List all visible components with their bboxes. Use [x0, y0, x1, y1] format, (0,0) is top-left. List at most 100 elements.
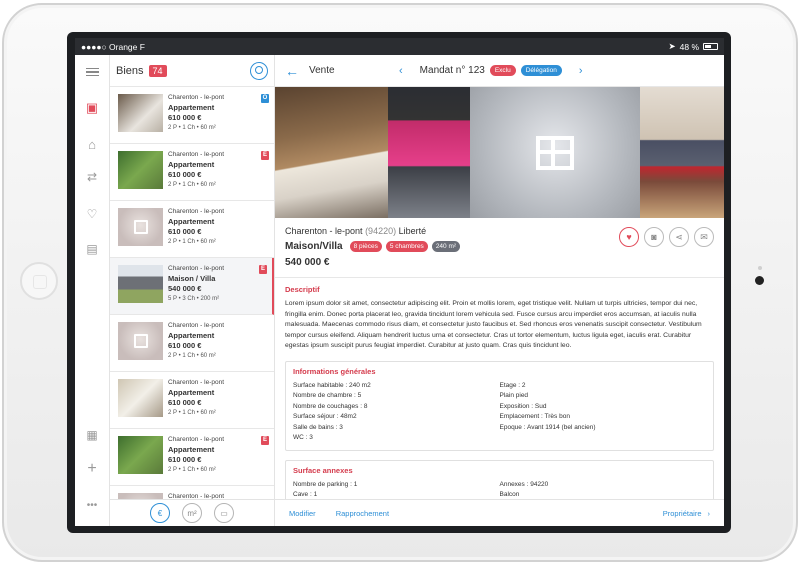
- item-location: Charenton - le-pont: [168, 436, 225, 443]
- list-item-selected[interactable]: Charenton - le-pont Maison / Villa 540 0…: [110, 258, 274, 315]
- item-price: 610 000 €: [168, 113, 202, 122]
- photo-gallery[interactable]: [275, 87, 724, 218]
- next-chevron-icon[interactable]: ›: [579, 65, 583, 77]
- info-item: Exposition : Sud: [499, 402, 547, 410]
- location-city: Charenton - le-pont: [285, 226, 363, 236]
- placeholder-logo-icon: [133, 220, 148, 234]
- chevron-right-icon[interactable]: ›: [708, 509, 711, 518]
- modifier-button[interactable]: Modifier: [289, 509, 316, 518]
- detail-header: ← Vente ‹ Mandat n° 123 Exclu Délégation…: [275, 55, 724, 87]
- item-price: 610 000 €: [168, 341, 202, 350]
- list-item[interactable]: Charenton - le-pont Appartement 610 000 …: [110, 429, 274, 486]
- type-filter-button[interactable]: ▭: [214, 503, 234, 523]
- proprietaire-button[interactable]: Propriétaire: [663, 509, 702, 518]
- item-details: 2 P • 1 Ch • 60 m²: [168, 353, 216, 359]
- annex-title: Surface annexes: [293, 465, 353, 475]
- calendar-icon[interactable]: ▦: [83, 426, 101, 444]
- list-item[interactable]: Charenton - le-pont Appartement 610 000 …: [110, 372, 274, 429]
- house-icon[interactable]: ⌂: [83, 135, 101, 153]
- list-item[interactable]: Charenton - le-pont Appartement 610 000 …: [110, 201, 274, 258]
- carrier-label: ●●●●○ Orange F: [81, 41, 145, 52]
- prev-chevron-icon[interactable]: ‹: [399, 65, 403, 77]
- list-item[interactable]: Charenton - le-pont Appartement 610 000 …: [110, 144, 274, 201]
- exchange-icon[interactable]: ⇄: [83, 168, 101, 186]
- property-thumbnail: [118, 94, 163, 132]
- annex-card: Surface annexes Nombre de parking : 1 Ca…: [285, 459, 714, 499]
- back-label[interactable]: Vente: [309, 65, 335, 76]
- item-tag: E: [259, 265, 267, 274]
- description-title: Descriptif: [285, 285, 320, 294]
- info-item: Etage : 2: [499, 381, 526, 389]
- item-location: Charenton - le-pont: [168, 151, 225, 158]
- nav-rail: ▣ ⌂ ⇄ ♡ ▤ ▦ + •••: [75, 55, 110, 526]
- property-thumbnail: [118, 436, 163, 474]
- favorite-heart-icon[interactable]: ♥: [619, 227, 639, 247]
- photo-bookshelf[interactable]: [388, 87, 470, 218]
- contacts-icon[interactable]: ▤: [83, 240, 101, 258]
- photo-lounge[interactable]: [640, 87, 724, 218]
- list-item[interactable]: Charenton - le-pont Appartement 610 000 …: [110, 315, 274, 372]
- info-item: Surface séjour : 48m2: [293, 413, 357, 420]
- list-title: Biens: [116, 64, 144, 77]
- item-details: 5 P • 3 Ch • 200 m²: [168, 296, 220, 302]
- item-price: 610 000 €: [168, 227, 202, 236]
- item-details: 2 P • 1 Ch • 60 m²: [168, 239, 216, 245]
- action-buttons: ♥ ◙ ⋖ ✉: [619, 227, 714, 247]
- item-price: 610 000 €: [168, 398, 202, 407]
- properties-icon[interactable]: ▣: [83, 99, 101, 117]
- back-arrow-icon[interactable]: ←: [285, 63, 299, 79]
- share-icon[interactable]: ⋖: [669, 227, 689, 247]
- item-location: Charenton - le-pont: [168, 379, 225, 386]
- placeholder-logo-icon: [133, 334, 148, 348]
- camera-icon[interactable]: ◙: [644, 227, 664, 247]
- item-price: 540 000 €: [168, 284, 202, 293]
- bedrooms-pill: 5 chambres: [385, 241, 428, 252]
- placeholder-thumbnail: [118, 322, 163, 360]
- more-icon[interactable]: •••: [83, 496, 101, 514]
- mail-icon[interactable]: ✉: [694, 227, 714, 247]
- item-type: Appartement: [168, 331, 215, 340]
- property-price: 540 000 €: [285, 257, 330, 268]
- general-info-card: Informations générales Surface habitable…: [285, 360, 714, 451]
- app: ▣ ⌂ ⇄ ♡ ▤ ▦ + ••• Biens 74 Charenton - l…: [75, 55, 724, 526]
- info-item: WC : 3: [293, 434, 313, 441]
- mandat-title: Mandat n° 123: [419, 65, 485, 76]
- photo-placeholder[interactable]: [470, 87, 640, 218]
- list-footer: € m² ▭: [110, 499, 274, 526]
- status-right: ➤ 48 %: [669, 41, 718, 52]
- property-thumbnail: [118, 379, 163, 417]
- annex-item: Nombre de parking : 1: [293, 480, 358, 488]
- rapprochement-button[interactable]: Rapprochement: [336, 509, 389, 518]
- detail-footer: Modifier Rapprochement Propriétaire ›: [275, 499, 724, 526]
- property-list: Biens 74 Charenton - le-pont Appartement…: [110, 55, 275, 526]
- location-zip: (94220): [365, 226, 397, 236]
- annex-item: Annexes : 94220: [499, 480, 549, 488]
- item-tag: E: [261, 151, 269, 160]
- menu-icon[interactable]: [83, 63, 101, 81]
- home-button[interactable]: [20, 262, 58, 300]
- item-type: Appartement: [168, 103, 215, 112]
- item-details: 2 P • 1 Ch • 60 m²: [168, 125, 216, 131]
- list-count-badge: 74: [148, 64, 167, 77]
- info-item: Emplacement : Très bon: [499, 413, 570, 420]
- add-icon[interactable]: +: [83, 460, 101, 478]
- price-filter-button[interactable]: €: [150, 503, 170, 523]
- property-type: Maison/Villa: [285, 241, 343, 252]
- area-pill: 240 m²: [431, 241, 461, 252]
- screen: ●●●●○ Orange F ➤ 48 % ▣ ⌂ ⇄ ♡ ▤ ▦ + ••• …: [75, 38, 724, 526]
- item-details: 2 P • 1 Ch • 60 m²: [168, 182, 216, 188]
- heart-icon[interactable]: ♡: [83, 205, 101, 223]
- camera: [755, 276, 764, 285]
- general-info-title: Informations générales: [293, 366, 376, 376]
- item-tag: O: [261, 94, 269, 103]
- description-text: Lorem ipsum dolor sit amet, consectetur …: [285, 300, 702, 349]
- delegation-badge: Délégation: [520, 65, 562, 76]
- item-type: Appartement: [168, 160, 215, 169]
- light-sensor: [758, 266, 762, 270]
- area-filter-button[interactable]: m²: [182, 503, 202, 523]
- photo-living-room[interactable]: [275, 87, 388, 218]
- search-icon[interactable]: [250, 61, 268, 80]
- list-item[interactable]: Charenton - le-pont Appartement 610 000 …: [110, 87, 274, 144]
- item-location: Charenton - le-pont: [168, 322, 225, 329]
- info-item: Plain pied: [499, 392, 529, 399]
